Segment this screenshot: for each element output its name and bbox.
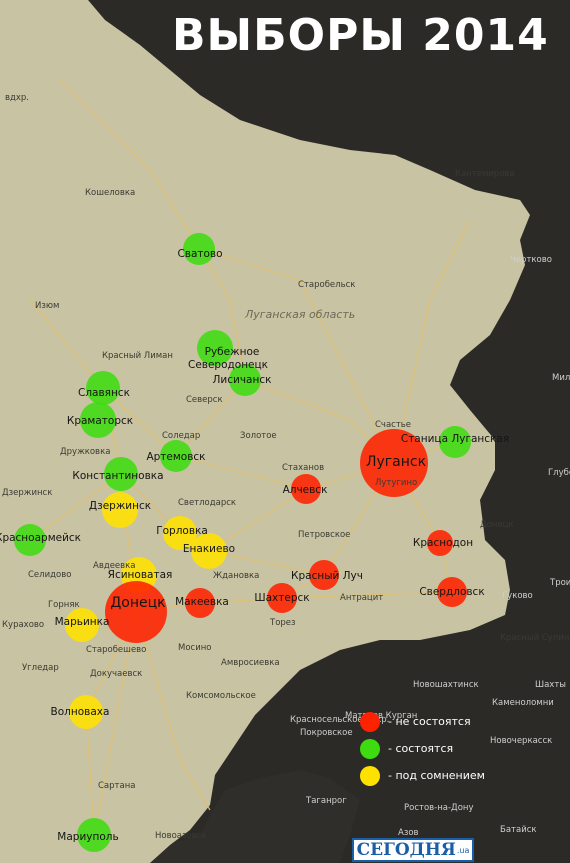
city-label: Енакиево bbox=[183, 543, 235, 555]
place-label: Амвросиевка bbox=[221, 658, 280, 668]
city-label: Артемовск bbox=[146, 451, 205, 463]
city-label: Константиновка bbox=[72, 470, 163, 482]
city-label: Станица Луганская bbox=[401, 433, 509, 445]
place-label: Азов bbox=[398, 828, 419, 838]
city-label: Мариуполь bbox=[57, 831, 118, 843]
legend-label: - состоятся bbox=[388, 742, 454, 755]
place-label: Новошахтинск bbox=[413, 680, 479, 690]
place-label: Кураxово bbox=[2, 620, 44, 630]
legend-item-ok: - состоятся bbox=[360, 735, 510, 762]
place-label: Кантемирова bbox=[455, 169, 515, 179]
city-label: Лисичанск bbox=[213, 374, 272, 386]
place-label: Горняк bbox=[48, 600, 80, 610]
logo-text: СЕГОДНЯ bbox=[356, 840, 456, 860]
place-label: Соледар bbox=[162, 431, 200, 441]
legend-label: - под сомнением bbox=[388, 769, 485, 782]
place-label: Авдеевка bbox=[93, 561, 136, 571]
place-label: Угледар bbox=[22, 663, 59, 673]
legend-label: - не состоятся bbox=[388, 715, 471, 728]
place-label: Стаханов bbox=[282, 463, 324, 473]
place-label: Донецк bbox=[480, 520, 514, 530]
place-label: Дзержинск bbox=[2, 488, 52, 498]
legend-item-doubt: - под сомнением bbox=[360, 762, 510, 789]
place-label: Чертково bbox=[510, 255, 552, 265]
city-label: Красноармейск bbox=[0, 532, 81, 544]
place-label: Сартана bbox=[98, 781, 135, 791]
place-label: Северск bbox=[186, 395, 223, 405]
place-label: Селидово bbox=[28, 570, 71, 580]
place-label: Счастье bbox=[375, 420, 411, 430]
city-label: Волноваха bbox=[51, 706, 110, 718]
place-label: Докучаевск bbox=[90, 669, 142, 679]
place-label: Комсомольское bbox=[186, 691, 256, 701]
place-label: Каменоломни bbox=[492, 698, 554, 708]
place-label: Троицкое bbox=[549, 578, 570, 588]
place-label: Дружковка bbox=[60, 447, 110, 457]
place-label: Кошеловка bbox=[85, 188, 135, 198]
place-label: Лутугино bbox=[375, 478, 417, 488]
place-label: вдхр. bbox=[5, 93, 29, 103]
legend-item-fail: - не состоятся bbox=[360, 708, 510, 735]
page-title: ВЫБОРЫ 2014 bbox=[172, 10, 549, 61]
place-label: Ростов-на-Дону bbox=[404, 803, 474, 813]
place-label: Шахты bbox=[535, 680, 566, 690]
place-label: Торез bbox=[269, 618, 296, 628]
place-label: Мосино bbox=[178, 643, 212, 653]
place-label: Антрацит bbox=[340, 593, 383, 603]
place-label: Старобельск bbox=[298, 280, 355, 290]
place-label: Покровское bbox=[300, 728, 353, 738]
place-label: Красный Сулин bbox=[500, 633, 569, 643]
city-label: Макеевка bbox=[175, 596, 229, 608]
place-label: Таганрог bbox=[305, 796, 347, 806]
city-label: Донецк bbox=[110, 595, 165, 611]
city-label: Горловка bbox=[156, 525, 208, 537]
city-label: Рубежное bbox=[205, 346, 260, 358]
place-label: Глубокий bbox=[548, 468, 570, 478]
segodnya-logo[interactable]: СЕГОДНЯ .ua bbox=[352, 838, 474, 862]
place-label: Миллерово bbox=[552, 373, 570, 383]
place-label: Золотое bbox=[240, 431, 277, 441]
legend-dot-red bbox=[360, 711, 380, 732]
region-label: Луганская область bbox=[244, 308, 355, 321]
city-label: Алчевск bbox=[283, 484, 328, 496]
legend-dot-green bbox=[360, 738, 380, 759]
city-label: Славянск bbox=[78, 387, 130, 399]
city-label: Дзержинск bbox=[89, 500, 151, 512]
place-label: Старобешево bbox=[86, 645, 146, 655]
city-label: Красный Луч bbox=[291, 570, 363, 582]
city-label: Краматорск bbox=[67, 415, 133, 427]
place-label: Изюм bbox=[35, 301, 59, 311]
city-label: Марьинка bbox=[55, 616, 110, 628]
place-label: Новоазовск bbox=[155, 831, 207, 841]
city-label: Луганск bbox=[366, 454, 426, 470]
place-label: Ждановка bbox=[213, 571, 259, 581]
city-label: Шахтерск bbox=[254, 592, 309, 604]
legend-dot-yellow bbox=[360, 765, 380, 786]
place-label: Светлодарск bbox=[178, 498, 236, 508]
city-label: Свердловск bbox=[419, 586, 484, 598]
logo-suffix: .ua bbox=[456, 845, 470, 855]
legend: - не состоятся - состоятся - под сомнени… bbox=[360, 708, 510, 789]
place-label: Гуково bbox=[502, 591, 533, 601]
city-label: Северодонецк bbox=[188, 359, 268, 371]
place-label: Петровское bbox=[298, 530, 350, 540]
city-label: Краснодон bbox=[413, 537, 473, 549]
place-label: Батайск bbox=[500, 825, 537, 835]
city-marker-fail bbox=[105, 581, 167, 643]
place-label: Красный Лиман bbox=[102, 351, 173, 361]
city-label: Сватово bbox=[177, 248, 222, 260]
